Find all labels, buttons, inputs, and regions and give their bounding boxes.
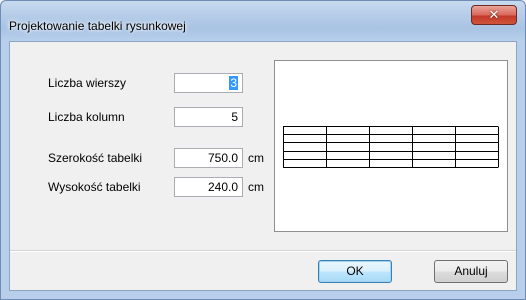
cancel-button[interactable]: Anuluj [434, 260, 508, 283]
title-bar[interactable]: Projektowanie tabelki rysunkowej ✕ [1, 1, 525, 41]
height-label: Wysokość tabelki [48, 180, 141, 194]
close-button[interactable]: ✕ [471, 5, 517, 25]
window-title: Projektowanie tabelki rysunkowej [9, 19, 186, 33]
separator [10, 250, 516, 252]
close-icon: ✕ [488, 7, 500, 23]
width-unit: cm [248, 151, 264, 165]
height-input[interactable]: 240.0 [174, 177, 243, 197]
rows-input[interactable]: 3 [174, 73, 243, 93]
dialog-body: Liczba wierszy 3 Liczba kolumn 5 Szeroko… [9, 41, 517, 291]
table-preview [274, 60, 508, 232]
table-preview-drawing [283, 126, 499, 168]
rows-label: Liczba wierszy [48, 76, 127, 90]
rows-value: 3 [229, 76, 238, 90]
height-unit: cm [248, 180, 264, 194]
width-input[interactable]: 750.0 [174, 148, 243, 168]
cols-label: Liczba kolumn [48, 110, 125, 124]
dialog-window: Projektowanie tabelki rysunkowej ✕ Liczb… [0, 0, 526, 300]
ok-button[interactable]: OK [318, 260, 392, 283]
width-label: Szerokość tabelki [48, 151, 143, 165]
cols-input[interactable]: 5 [174, 107, 243, 127]
